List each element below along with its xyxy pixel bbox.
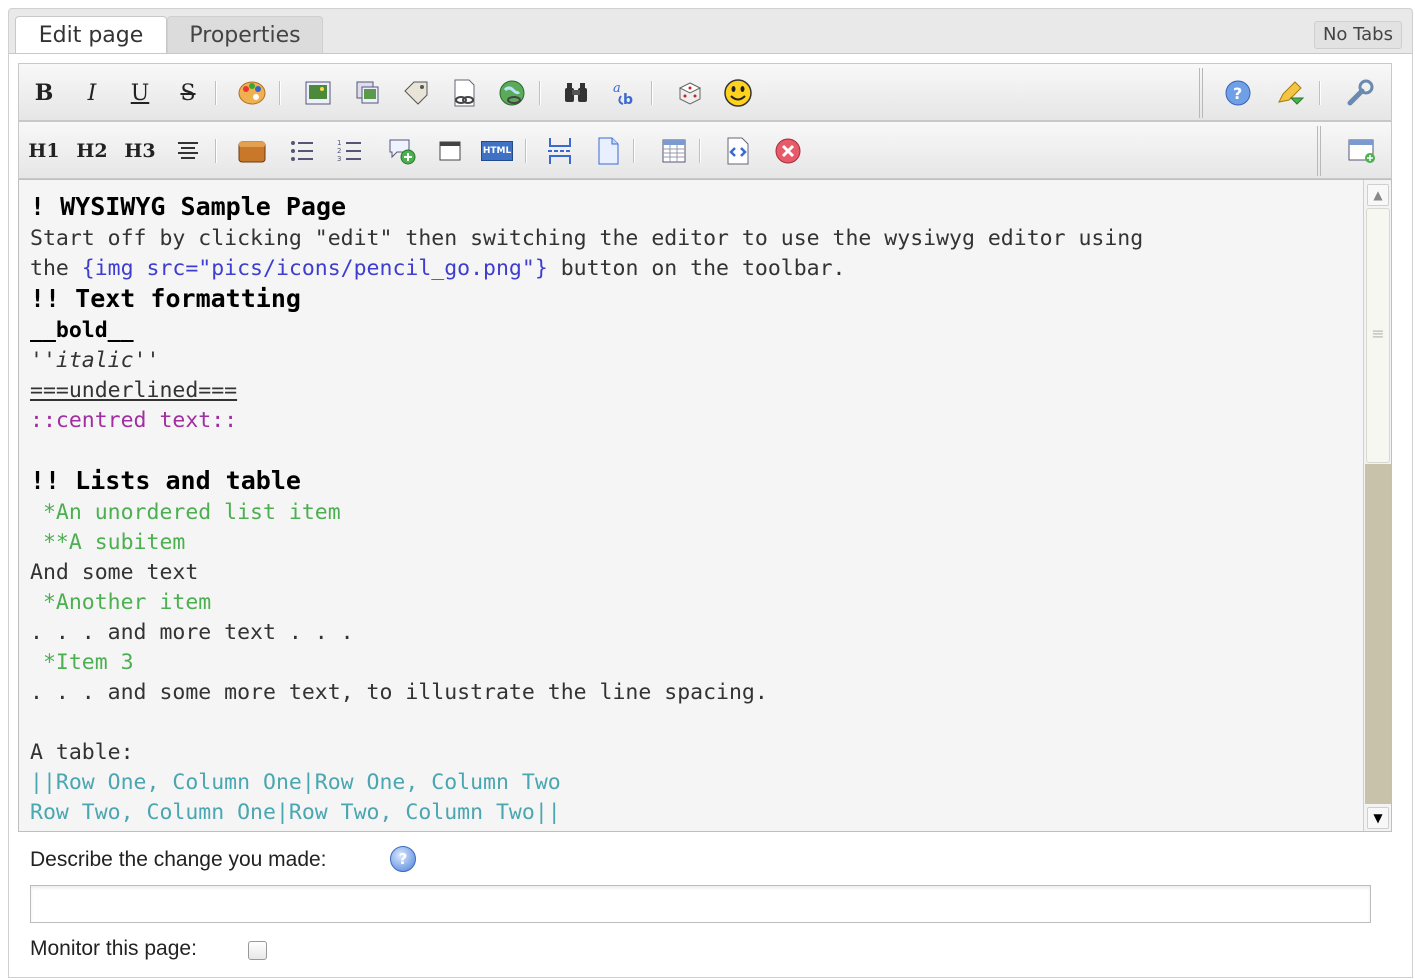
toolbar-separator [651,81,653,105]
heading2-button[interactable]: H2 [76,136,107,166]
table-line: Row Two, Column One|Row Two, Column Two|… [30,800,561,825]
toolbar-separator [1317,126,1321,176]
page-icon[interactable] [593,136,623,166]
image-icon[interactable] [303,78,333,108]
scroll-up-icon[interactable]: ▲ [1367,184,1389,206]
text-line: . . . and more text . . . [30,620,354,645]
describe-change-input[interactable] [30,885,1371,923]
dice-icon[interactable] [675,78,705,108]
find-icon[interactable] [561,78,591,108]
pencil-go-icon[interactable] [1275,78,1305,108]
window-icon[interactable] [435,136,465,166]
list-item-line: *Another item [30,590,212,615]
text-line: And some text [30,560,199,585]
toolbar-separator [699,139,701,163]
scroll-down-icon[interactable]: ▼ [1367,807,1389,829]
toolbar-separator [1199,68,1203,118]
scroll-thumb[interactable]: ≡ [1366,208,1390,463]
table-line: ||Row One, Column One|Row One, Column Tw… [30,770,561,795]
describe-change-label: Describe the change you made: [30,848,327,871]
editor-content: ! WYSIWYG Sample Page Start off by click… [30,192,1360,828]
svg-text:a: a [613,81,621,96]
heading1-button[interactable]: H1 [28,136,59,166]
centred-text-line: ::centred text:: [30,408,238,433]
fullscreen-icon[interactable] [1347,136,1377,166]
svg-text:?: ? [1233,84,1242,103]
tab-bar: Edit page Properties No Tabs [8,8,1413,56]
toolbar-separator [215,139,217,163]
link-page-icon[interactable] [449,78,479,108]
bold-button[interactable]: B [29,78,59,108]
bold-text-line: __bold__ [30,318,134,343]
tab-edit-page[interactable]: Edit page [15,16,167,56]
replace-icon[interactable]: ab [611,78,641,108]
italic-text-line: ''italic'' [30,348,160,373]
svg-text:1: 1 [337,139,341,147]
add-comment-icon[interactable] [387,136,417,166]
strikethrough-button[interactable]: S [173,78,203,108]
heading-line: !! Lists and table [30,466,301,495]
align-center-icon[interactable] [173,136,203,166]
box-icon[interactable] [237,136,267,166]
text-line: A table: [30,740,134,765]
html-badge: HTML [481,141,513,161]
toolbar-separator [215,81,217,105]
delete-icon[interactable] [773,136,803,166]
html-button[interactable]: HTML [479,136,515,166]
monitor-page-checkbox[interactable] [248,941,267,960]
tag-icon[interactable] [401,78,431,108]
page-break-icon[interactable] [545,136,575,166]
list-item-line: *Item 3 [30,650,134,675]
list-item-line: **A subitem [30,530,186,555]
ordered-list-icon[interactable]: 123 [335,136,365,166]
svg-text:2: 2 [337,147,341,155]
plugin-text: {img src="pics/icons/pencil_go.png"} [81,256,548,281]
help-icon[interactable]: ? [390,846,416,872]
toolbar-row-1: B I U S ab ? [18,63,1392,121]
toolbar-help-icon[interactable]: ? [1223,78,1253,108]
scroll-track[interactable] [1365,464,1391,804]
color-palette-icon[interactable] [237,78,267,108]
heading-line: !! Text formatting [30,284,301,313]
no-tabs-button[interactable]: No Tabs [1313,21,1402,49]
italic-button[interactable]: I [77,78,107,108]
svg-text:3: 3 [337,155,341,163]
table-icon[interactable] [659,136,689,166]
list-item-line: *An unordered list item [30,500,341,525]
underline-button[interactable]: U [125,78,155,108]
source-code-icon[interactable] [723,136,753,166]
text-line: button on the toolbar. [547,256,846,281]
toolbar-separator [633,139,635,163]
text-line: the [30,256,82,281]
editor-scrollbar[interactable]: ▲ ≡ ▼ [1363,180,1391,831]
toolbar-separator [1319,81,1321,105]
toolbar-separator [539,81,541,105]
heading3-button[interactable]: H3 [124,136,155,166]
gallery-icon[interactable] [353,78,383,108]
monitor-page-label: Monitor this page: [30,937,197,960]
wrench-icon[interactable] [1345,78,1375,108]
toolbar-row-2: H1 H2 H3 123 HTML [18,121,1392,179]
unordered-list-icon[interactable] [287,136,317,166]
toolbar-separator [279,81,281,105]
tab-properties[interactable]: Properties [167,16,323,56]
text-line: . . . and some more text, to illustrate … [30,680,768,705]
svg-text:b: b [623,92,633,108]
smiley-icon[interactable] [723,78,753,108]
text-line: Start off by clicking "edit" then switch… [30,226,1144,251]
underline-text-line: ===underlined=== [30,378,238,403]
wiki-editor-textarea[interactable]: ! WYSIWYG Sample Page Start off by click… [18,179,1392,832]
toolbar-separator [525,139,527,163]
heading-line: ! WYSIWYG Sample Page [30,192,347,221]
external-link-icon[interactable] [497,78,527,108]
